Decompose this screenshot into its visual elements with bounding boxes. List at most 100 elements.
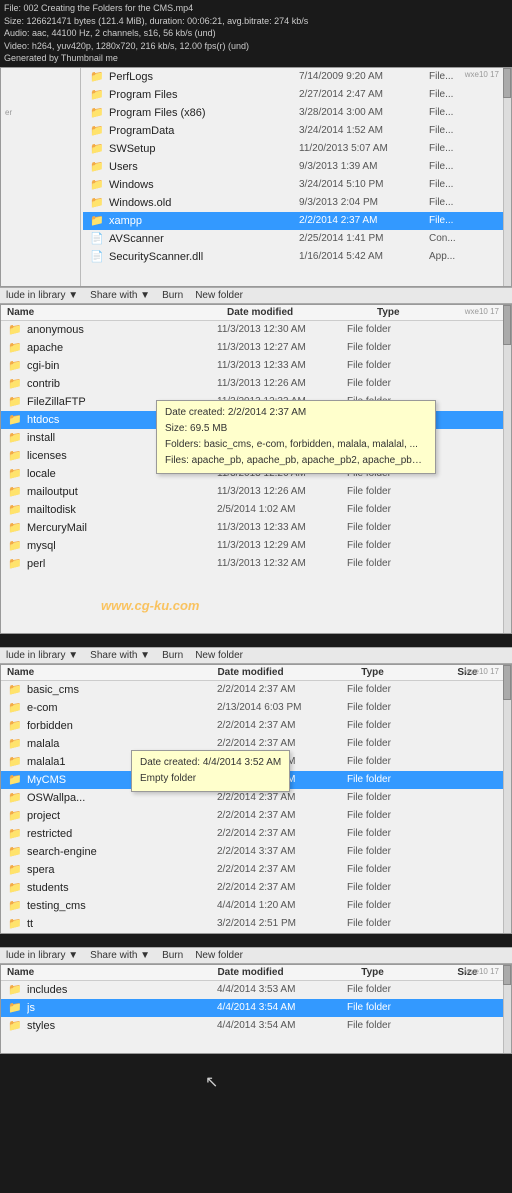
folder-icon: 📁 <box>89 123 105 139</box>
folder-icon: 📁 <box>7 736 23 752</box>
file-name: SecurityScanner.dll <box>109 251 299 263</box>
bottom-bar <box>0 1107 512 1137</box>
tooltip2-line1: Date created: 4/4/2014 3:52 AM <box>140 755 281 771</box>
toolbar2-library[interactable]: lude in library ▼ <box>6 650 78 661</box>
folder-icon: 📁 <box>7 358 23 374</box>
section2-header: Name Date modified Type <box>1 305 511 321</box>
table-row[interactable]: 📄 SecurityScanner.dll 1/16/2014 5:42 AM … <box>83 248 503 266</box>
file-date: 2/2/2014 3:37 AM <box>217 846 347 857</box>
table-row[interactable]: 📁 tt 3/2/2014 2:51 PM File folder <box>1 915 511 933</box>
table-row[interactable]: 📁 MercuryMail 11/3/2013 12:33 AM File fo… <box>1 519 511 537</box>
table-row[interactable]: 📁 styles 4/4/2014 3:54 AM File folder <box>1 1017 511 1035</box>
table-row[interactable]: 📁 basic_cms 2/2/2014 2:37 AM File folder <box>1 681 511 699</box>
file-name: mailtodisk <box>27 504 217 516</box>
file-date: 3/24/2014 1:52 AM <box>299 125 429 136</box>
col-name-header3: Name <box>7 667 197 678</box>
status-label2: wxe10 17 <box>465 307 499 316</box>
file-date: 2/2/2014 2:37 AM <box>217 882 347 893</box>
info-line2: Size: 126621471 bytes (121.4 MiB), durat… <box>4 15 508 28</box>
table-row[interactable]: 📁 ProgramData 3/24/2014 1:52 AM File... <box>83 122 503 140</box>
folder-icon: 📁 <box>89 195 105 211</box>
toolbar1-share[interactable]: Share with ▼ <box>90 290 150 301</box>
table-row[interactable]: 📁 Users 9/3/2013 1:39 AM File... <box>83 158 503 176</box>
folder-icon: 📁 <box>7 808 23 824</box>
folder-icon: 📄 <box>89 231 105 247</box>
toolbar2-share[interactable]: Share with ▼ <box>90 650 150 661</box>
toolbar3-share[interactable]: Share with ▼ <box>90 950 150 961</box>
table-row[interactable]: 📁 e-com 2/13/2014 6:03 PM File folder <box>1 699 511 717</box>
table-row[interactable]: 📁 restricted 2/2/2014 2:37 AM File folde… <box>1 825 511 843</box>
file-name: Users <box>109 161 299 173</box>
file-name: OSWallpa... <box>27 792 217 804</box>
file-date: 4/4/2014 1:20 AM <box>217 900 347 911</box>
file-type: File folder <box>347 504 427 515</box>
table-row[interactable]: 📁 SWSetup 11/20/2013 5:07 AM File... <box>83 140 503 158</box>
table-row[interactable]: 📁 cgi-bin 11/3/2013 12:33 AM File folder <box>1 357 511 375</box>
table-row[interactable]: 📄 AVScanner 2/25/2014 1:41 PM Con... <box>83 230 503 248</box>
table-row[interactable]: 📁 mailtodisk 2/5/2014 1:02 AM File folde… <box>1 501 511 519</box>
file-type: File folder <box>347 1020 427 1031</box>
section2-panel: lude in library ▼ Share with ▼ Burn New … <box>0 287 512 647</box>
folder-icon: 📁 <box>89 213 105 229</box>
folder-icon: 📁 <box>7 322 23 338</box>
toolbar3-newfolder[interactable]: New folder <box>195 950 243 961</box>
file-name: anonymous <box>27 324 217 336</box>
file-name: styles <box>27 1020 217 1032</box>
section4-header: Name Date modified Type Size <box>1 965 511 981</box>
folder-icon: 📁 <box>7 376 23 392</box>
table-row[interactable]: 📁 mysql 11/3/2013 12:29 AM File folder <box>1 537 511 555</box>
file-date: 3/24/2014 5:10 PM <box>299 179 429 190</box>
table-row[interactable]: 📁 Program Files 2/27/2014 2:47 AM File..… <box>83 86 503 104</box>
table-row[interactable]: 📁 anonymous 11/3/2013 12:30 AM File fold… <box>1 321 511 339</box>
table-row[interactable]: 📁 apache 11/3/2013 12:27 AM File folder <box>1 339 511 357</box>
file-type: File... <box>429 89 503 100</box>
file-date: 2/2/2014 2:37 AM <box>217 828 347 839</box>
toolbar2-burn[interactable]: Burn <box>162 650 183 661</box>
file-name: e-com <box>27 702 217 714</box>
file-name: ProgramData <box>109 125 299 137</box>
toolbar1-burn[interactable]: Burn <box>162 290 183 301</box>
table-row[interactable]: 📁 testing_cms 4/4/2014 1:20 AM File fold… <box>1 897 511 915</box>
toolbar3-library[interactable]: lude in library ▼ <box>6 950 78 961</box>
table-row[interactable]: 📁 forbidden 2/2/2014 2:37 AM File folder <box>1 717 511 735</box>
table-row[interactable]: 📁 perl 11/3/2013 12:32 AM File folder <box>1 555 511 573</box>
toolbar1-newfolder[interactable]: New folder <box>195 290 243 301</box>
table-row[interactable]: 📁 contrib 11/3/2013 12:26 AM File folder <box>1 375 511 393</box>
table-row[interactable]: 📁 wordpress 2/5/2014 12:58 AM File folde… <box>1 933 511 934</box>
table-row[interactable]: 📁 mailoutput 11/3/2013 12:26 AM File fol… <box>1 483 511 501</box>
file-type: File... <box>429 161 503 172</box>
folder-icon: 📁 <box>7 538 23 554</box>
col-date-header4: Date modified <box>217 967 341 978</box>
table-row[interactable]: 📁 Windows 3/24/2014 5:10 PM File... <box>83 176 503 194</box>
table-row[interactable]: 📁 project 2/2/2014 2:37 AM File folder <box>1 807 511 825</box>
toolbar3-burn[interactable]: Burn <box>162 950 183 961</box>
table-row[interactable]: 📁 students 2/2/2014 2:37 AM File folder <box>1 879 511 897</box>
toolbar2-newfolder[interactable]: New folder <box>195 650 243 661</box>
table-row[interactable]: 📁 spera 2/2/2014 2:37 AM File folder <box>1 861 511 879</box>
tooltip1: Date created: 2/2/2014 2:37 AM Size: 69.… <box>156 400 436 474</box>
folder-icon: 📁 <box>7 682 23 698</box>
table-row[interactable]: 📁 Windows.old 9/3/2013 2:04 PM File... <box>83 194 503 212</box>
file-name: restricted <box>27 828 217 840</box>
file-date: 2/13/2014 6:03 PM <box>217 702 347 713</box>
table-row[interactable]: 📁 includes 4/4/2014 3:53 AM File folder <box>1 981 511 999</box>
file-date: 2/2/2014 2:37 AM <box>217 684 347 695</box>
file-type: File folder <box>347 684 427 695</box>
table-row[interactable]: 📁 search-engine 2/2/2014 3:37 AM File fo… <box>1 843 511 861</box>
file-type: File folder <box>347 360 427 371</box>
toolbar1-library[interactable]: lude in library ▼ <box>6 290 78 301</box>
file-date: 4/4/2014 3:54 AM <box>217 1002 347 1013</box>
file-name: mysql <box>27 540 217 552</box>
section1-file-list: 📁 PerfLogs 7/14/2009 9:20 AM File... 📁 P… <box>83 68 503 266</box>
file-name: forbidden <box>27 720 217 732</box>
file-date: 2/25/2014 1:41 PM <box>299 233 429 244</box>
file-type: File... <box>429 143 503 154</box>
table-row[interactable]: 📁 xampp 2/2/2014 2:37 AM File... <box>83 212 503 230</box>
table-row[interactable]: 📁 js 4/4/2014 3:54 AM File folder <box>1 999 511 1017</box>
table-row[interactable]: 📁 PerfLogs 7/14/2009 9:20 AM File... <box>83 68 503 86</box>
file-type: File folder <box>347 792 427 803</box>
folder-icon: 📁 <box>7 466 23 482</box>
table-row[interactable]: 📁 Program Files (x86) 3/28/2014 3:00 AM … <box>83 104 503 122</box>
file-type: File folder <box>347 342 427 353</box>
toolbar3: lude in library ▼ Share with ▼ Burn New … <box>0 947 512 964</box>
